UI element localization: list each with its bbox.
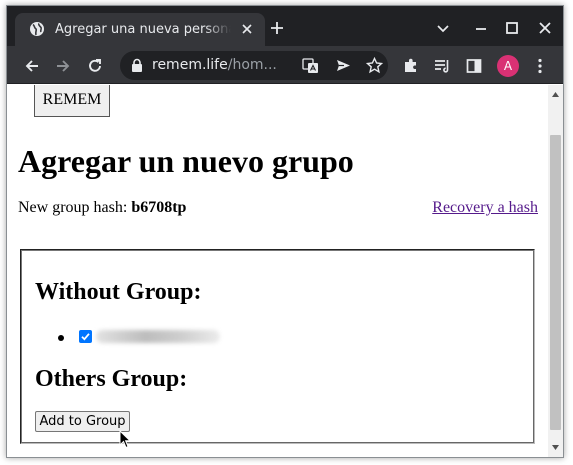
puzzle-icon[interactable] (402, 57, 420, 75)
lock-icon[interactable] (130, 58, 144, 73)
contact-checkbox[interactable] (79, 330, 92, 343)
add-to-group-button[interactable]: Add to Group (35, 411, 130, 432)
browser-tab[interactable]: Agregar una nueva persona (15, 13, 265, 46)
close-icon[interactable] (537, 20, 553, 36)
close-icon[interactable] (239, 21, 255, 37)
minimize-icon[interactable] (473, 20, 489, 36)
url-host: remem.life (152, 57, 228, 73)
others-group-heading: Others Group: (35, 366, 188, 392)
plus-icon[interactable] (269, 20, 285, 36)
group-panel: Without Group: Others Group: Add to Grou… (20, 249, 535, 444)
group-hash-line: New group hash: b6708tp (18, 198, 186, 218)
mouse-pointer-icon (119, 430, 131, 449)
recovery-hash-link[interactable]: Recovery a hash (432, 198, 538, 218)
send-icon[interactable] (335, 57, 352, 74)
group-hash-label: New group hash: (18, 199, 132, 216)
profile-avatar[interactable]: A (497, 55, 519, 77)
translate-icon[interactable] (302, 57, 319, 74)
tab-strip: Agregar una nueva persona (7, 6, 563, 46)
page-viewport: REMEM Agregar un nuevo grupo New group h… (7, 85, 548, 457)
browser-toolbar: remem.life/hom... A (7, 46, 563, 84)
side-panel-icon[interactable] (465, 57, 483, 75)
star-icon[interactable] (366, 57, 383, 74)
back-arrow-icon[interactable] (23, 57, 41, 75)
scroll-up-arrow-icon[interactable] (551, 90, 560, 99)
page-scrollbar[interactable] (548, 85, 563, 457)
page-title: Agregar un nuevo grupo (18, 143, 354, 179)
check-icon (81, 333, 90, 341)
forward-arrow-icon[interactable] (54, 57, 72, 75)
browser-window: Agregar una nueva persona remem.life/hom… (6, 5, 564, 458)
scroll-down-arrow-icon[interactable] (551, 443, 560, 452)
redacted-contact-name (96, 330, 220, 343)
group-hash-value: b6708tp (131, 199, 187, 216)
list-item (58, 327, 258, 347)
url-path: /hom... (227, 57, 277, 73)
bullet (58, 335, 64, 341)
scrollbar-thumb[interactable] (550, 135, 561, 430)
tab-title: Agregar una nueva persona (55, 22, 231, 37)
address-bar[interactable]: remem.life/hom... (120, 51, 388, 80)
maximize-icon[interactable] (504, 20, 520, 36)
remem-home-button[interactable]: REMEM (34, 85, 110, 117)
reading-list-icon[interactable] (433, 57, 451, 75)
reload-icon[interactable] (86, 57, 104, 75)
kebab-menu-icon[interactable] (531, 57, 549, 75)
url-text[interactable]: remem.life/hom... (152, 56, 277, 75)
without-group-heading: Without Group: (35, 279, 202, 305)
chevron-down-icon[interactable] (435, 20, 451, 36)
globe-icon (30, 22, 44, 36)
